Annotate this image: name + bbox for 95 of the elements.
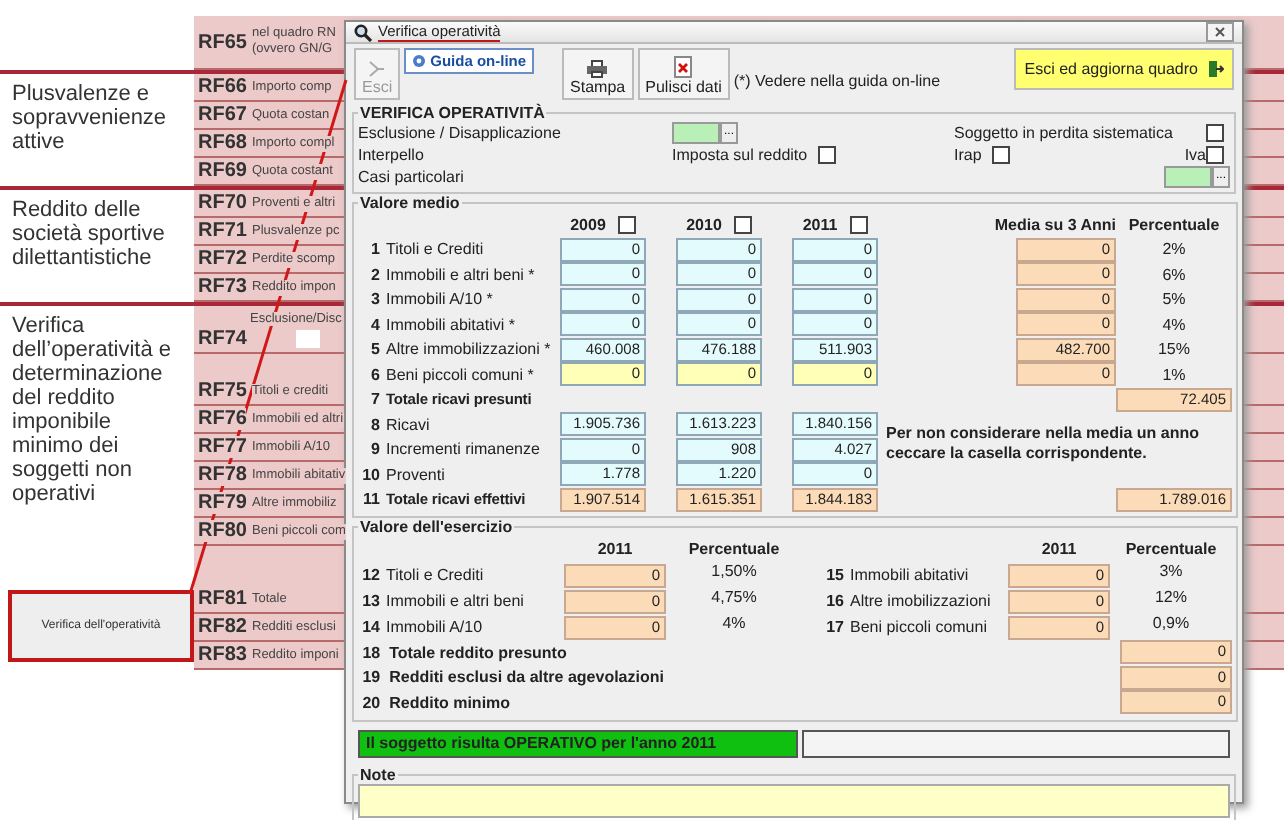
print-button[interactable]: Stampa xyxy=(562,48,634,100)
row-number: 15 xyxy=(824,566,846,584)
row-number: 8 xyxy=(369,415,382,434)
row-label: Immobili abitativi * xyxy=(386,315,517,334)
row-number: 14 xyxy=(360,618,382,636)
row-number: 9 xyxy=(369,440,382,459)
row-number: 7 xyxy=(369,390,382,409)
clear-button[interactable]: Pulisci dati xyxy=(637,48,730,100)
field-label: Imposta sul reddito xyxy=(672,146,808,164)
percentage: 12% xyxy=(1152,588,1189,606)
row-number: 11 xyxy=(361,490,382,509)
row-label: 20 Reddito minimo xyxy=(360,693,511,712)
row-number: 13 xyxy=(360,592,382,610)
section-title: Valore medio xyxy=(358,194,462,212)
row-code: RF76 xyxy=(198,408,246,430)
column-header: Percentuale xyxy=(1126,215,1222,234)
row-number: 6 xyxy=(369,365,382,384)
row-label: Immobili A/10 * xyxy=(386,290,495,309)
row-code: RF72 xyxy=(198,248,246,270)
column-header: Media su 3 Anni xyxy=(992,215,1116,234)
percentage: 4% xyxy=(720,614,748,632)
row-label: Altre imobilizzazioni xyxy=(850,592,993,610)
row-label: Ricavi xyxy=(386,415,432,434)
row-label: Immobili e altri beni * xyxy=(386,265,537,284)
row-label: Proventi xyxy=(386,465,447,484)
row-code: RF74 xyxy=(198,328,246,350)
row-label: Titoli e Crediti xyxy=(386,240,486,259)
percentage: 6% xyxy=(1160,265,1188,284)
help-note: (*) Vedere nella guida on-line xyxy=(733,72,941,90)
row-number: 1 xyxy=(369,240,382,259)
row-number: 12 xyxy=(360,566,382,584)
row-label: Titoli e Crediti xyxy=(386,566,486,584)
row-code: RF79 xyxy=(198,492,246,514)
section-label: Verifica dell’operatività e determinazione del reddito imponibile minimo dei soggetti non operativi xyxy=(10,312,173,506)
row-label: Immobili abitativi xyxy=(850,566,971,584)
column-header: 2011 xyxy=(1039,540,1079,558)
row-code: RF75 xyxy=(198,380,246,402)
section-title: VERIFICA OPERATIVITÀ xyxy=(358,104,547,122)
row-number: 10 xyxy=(360,465,382,484)
year-label: 2011 xyxy=(802,215,838,234)
row-code: RF68 xyxy=(198,132,246,154)
section-label: Plusvalenze e sopravvenienze attive xyxy=(10,80,169,154)
row-code: RF81 xyxy=(198,588,246,610)
section-title: Note xyxy=(358,765,398,783)
column-header: Percentuale xyxy=(1123,540,1219,558)
hint-text: Per non considerare nella media un anno ceccare la casella corrispondente. xyxy=(884,422,1201,464)
row-number: 2 xyxy=(369,265,382,284)
row-number: 16 xyxy=(824,592,846,610)
percentage: 1,50% xyxy=(709,562,759,580)
row-code: RF66 xyxy=(198,76,246,98)
year-label: 2009 xyxy=(570,215,606,234)
row-label: Immobili e altri beni xyxy=(386,592,526,610)
row-label: Altre immobilizzazioni * xyxy=(386,340,553,359)
field-label: Soggetto in perdita sistematica xyxy=(954,124,1175,142)
row-code: RF82 xyxy=(198,616,246,638)
row-label: Incrementi rimanenze xyxy=(386,440,542,459)
row-code: RF69 xyxy=(198,160,246,182)
row-label: Beni piccoli comuni xyxy=(850,618,989,636)
percentage: 1% xyxy=(1160,365,1188,384)
row-code: RF71 xyxy=(198,220,246,242)
row-label: Immobili A/10 xyxy=(386,618,485,636)
field-label: Casi particolari xyxy=(358,168,466,186)
row-number: 4 xyxy=(369,315,382,334)
row-label: 19 Redditi esclusi da altre agevolazioni xyxy=(360,668,664,687)
percentage: 3% xyxy=(1157,562,1185,580)
section-title: Valore dell'esercizio xyxy=(358,518,515,536)
row-code: RF65 xyxy=(198,31,246,53)
row-code: RF70 xyxy=(198,192,246,214)
field-label: Irap xyxy=(954,146,982,164)
row-label: Beni piccoli comuni * xyxy=(386,365,536,384)
field-label: Esclusione / Disapplicazione xyxy=(358,124,563,142)
exit-update-button[interactable]: Esci ed aggiorna quadro xyxy=(1014,48,1234,90)
field-label: Iva xyxy=(1184,146,1206,164)
row-code: RF78 xyxy=(198,464,246,486)
percentage: 5% xyxy=(1160,290,1188,309)
percentage: 0,9% xyxy=(1150,614,1192,632)
row-code: RF73 xyxy=(198,276,246,298)
row-label: 18 Totale reddito presunto xyxy=(360,643,567,662)
row-code: RF83 xyxy=(198,644,246,666)
row-number: 17 xyxy=(824,618,846,636)
column-header: 2011 xyxy=(595,540,635,558)
percentage: 4% xyxy=(1160,315,1188,334)
year-label: 2010 xyxy=(686,215,722,234)
field-label: Interpello xyxy=(358,146,426,164)
status-message: Il soggetto risulta OPERATIVO per l'anno 2011 xyxy=(358,729,798,757)
row-code: RF77 xyxy=(198,436,246,458)
column-header: Percentuale xyxy=(686,540,782,558)
row-number: 5 xyxy=(369,340,382,359)
percentage: 15% xyxy=(1155,340,1192,359)
row-code: RF80 xyxy=(198,520,246,542)
percentage: 2% xyxy=(1160,240,1188,259)
percentage: 4,75% xyxy=(709,588,759,606)
row-number: 3 xyxy=(369,290,382,309)
section-label: Reddito delle società sportive dilettantistiche xyxy=(10,196,167,270)
row-code: RF67 xyxy=(198,104,246,126)
